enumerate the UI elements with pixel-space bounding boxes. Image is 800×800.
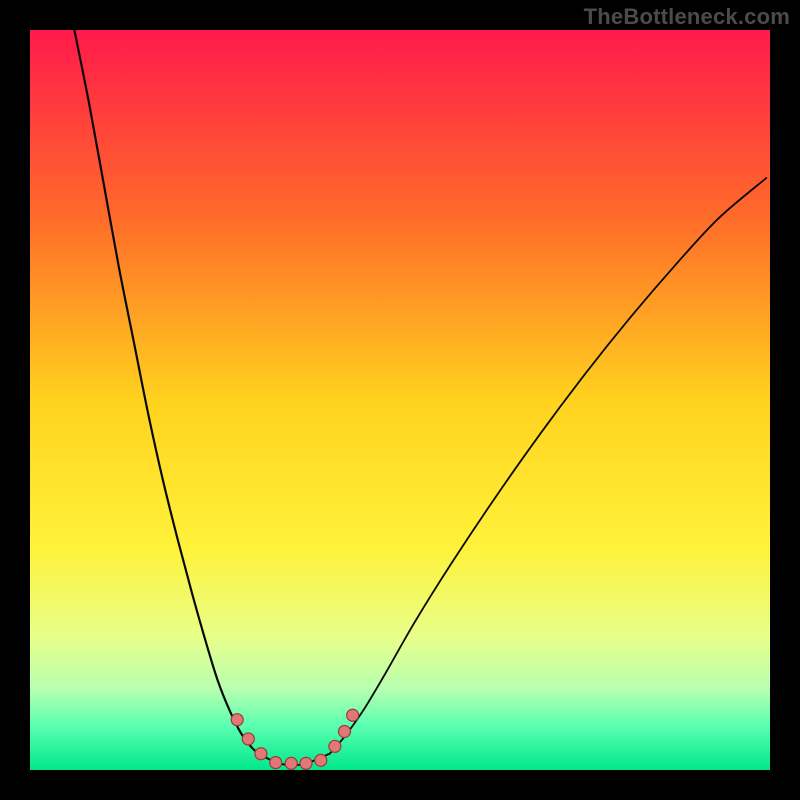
data-marker (231, 714, 243, 726)
chart-plot (30, 30, 770, 770)
data-marker (270, 757, 282, 769)
data-marker (285, 757, 297, 769)
chart-frame: TheBottleneck.com (0, 0, 800, 800)
chart-background (30, 30, 770, 770)
data-marker (300, 757, 312, 769)
data-marker (339, 726, 351, 738)
data-marker (315, 754, 327, 766)
data-marker (347, 709, 359, 721)
watermark-text: TheBottleneck.com (584, 4, 790, 30)
data-marker (329, 740, 341, 752)
data-marker (242, 733, 254, 745)
data-marker (255, 748, 267, 760)
